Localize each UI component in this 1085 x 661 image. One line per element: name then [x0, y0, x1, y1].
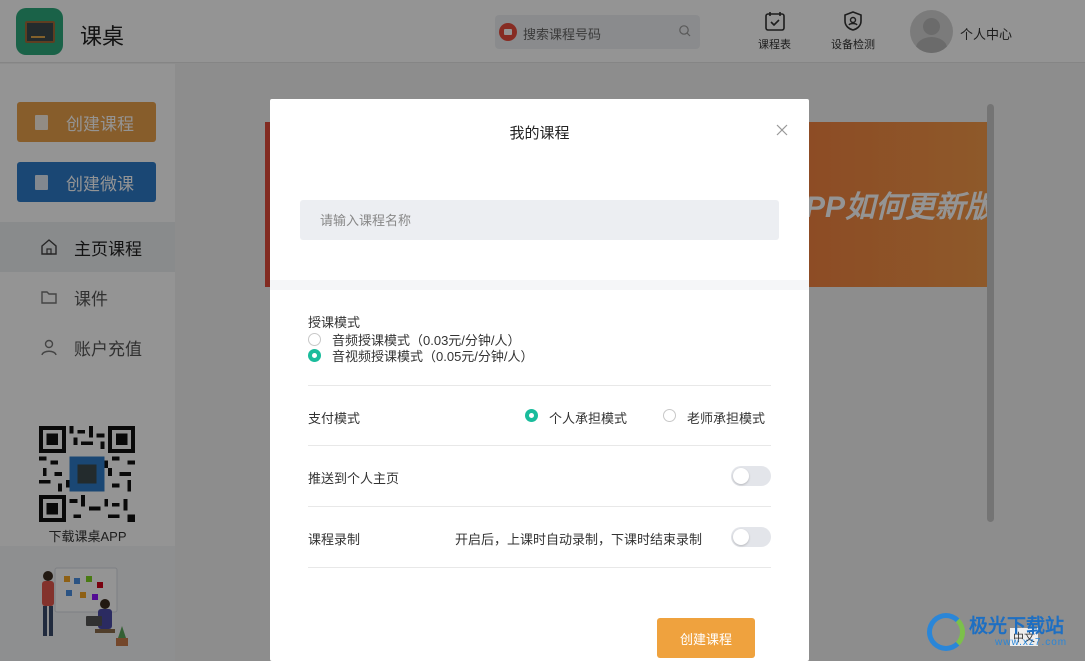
divider [308, 567, 771, 568]
watermark-text: 极光下载站 [969, 616, 1065, 637]
my-course-dialog: 我的课程 授课模式 音频授课模式（0.03元/分钟/人） 音视频授课模式（0.0… [270, 99, 809, 661]
dialog-title: 我的课程 [509, 125, 570, 142]
payment-mode-label: 支付模式 [308, 411, 361, 426]
radio-av-mode[interactable] [308, 349, 321, 362]
push-home-label: 推送到个人主页 [308, 471, 400, 486]
radio-audio-mode[interactable] [308, 333, 321, 346]
watermark-logo-icon [927, 613, 965, 651]
teaching-mode-label: 授课模式 [308, 315, 361, 330]
radio-personal-pay[interactable] [525, 409, 538, 422]
personal-pay-label[interactable]: 个人承担模式 [549, 408, 627, 427]
push-home-toggle[interactable] [731, 466, 771, 486]
radio-teacher-pay[interactable] [663, 409, 676, 422]
teacher-pay-label[interactable]: 老师承担模式 [687, 408, 765, 427]
watermark: 极光下载站 www.xz7.com [925, 609, 1080, 657]
recording-hint: 开启后，上课时自动录制，下课时结束录制 [455, 532, 703, 547]
create-course-submit-button[interactable]: 创建课程 [657, 618, 755, 658]
watermark-url: www.xz7.com [995, 637, 1068, 648]
recording-toggle[interactable] [731, 527, 771, 547]
section-divider [270, 280, 809, 290]
divider [308, 445, 771, 446]
course-name-input[interactable] [300, 200, 779, 240]
close-icon[interactable] [775, 123, 789, 137]
av-mode-label[interactable]: 音视频授课模式（0.05元/分钟/人） [332, 346, 534, 365]
divider [308, 385, 771, 386]
recording-label: 课程录制 [308, 532, 361, 547]
divider [308, 506, 771, 507]
